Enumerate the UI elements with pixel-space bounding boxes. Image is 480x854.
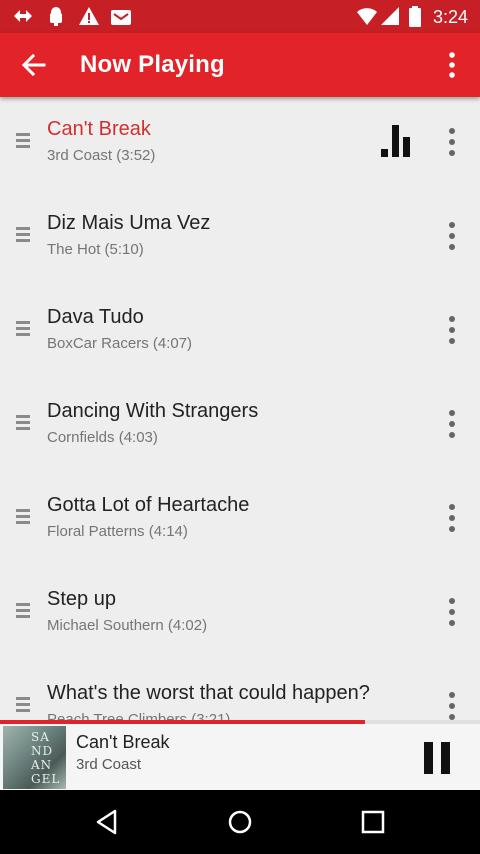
track-title: Diz Mais Uma Vez [47,212,211,234]
more-vert-icon[interactable] [446,221,458,251]
more-vert-icon[interactable] [446,597,458,627]
track-title: Step up [47,588,116,610]
arrow-back-icon[interactable] [20,51,48,79]
track-title: Dancing With Strangers [47,400,259,422]
more-vert-icon[interactable] [446,691,458,721]
track-subtitle: 3rd Coast (3:52) [47,147,156,164]
pause-icon[interactable] [424,742,450,774]
back-triangle-icon[interactable] [93,808,121,836]
drag-handle-icon[interactable] [16,321,30,341]
recents-square-icon[interactable] [359,808,387,836]
track-row[interactable]: Dava Tudo BoxCar Racers (4:07) [0,285,480,379]
mini-player[interactable]: SA ND AN GEL Can't Break 3rd Coast [0,724,480,790]
more-vert-icon[interactable] [446,503,458,533]
status-bar: 3:24 [0,0,480,33]
album-art-text: GEL [31,772,61,786]
wifi-icon [357,8,377,25]
track-row[interactable]: Can't Break 3rd Coast (3:52) [0,97,480,191]
more-vert-icon[interactable] [446,127,458,157]
track-title: Gotta Lot of Heartache [47,494,250,516]
track-row[interactable]: What's the worst that could happen? Peac… [0,661,480,721]
now-playing-title: Can't Break [76,732,170,752]
album-art-text: AN [31,758,53,772]
cell-signal-icon [381,7,399,25]
page-title: Now Playing [80,51,225,78]
battery-icon [409,6,421,27]
track-subtitle: The Hot (5:10) [47,241,144,258]
drag-handle-icon[interactable] [16,227,30,247]
usb-debug-icon [14,10,32,22]
more-vert-icon[interactable] [446,315,458,345]
drag-handle-icon[interactable] [16,697,30,717]
app-bar: Now Playing [0,33,480,97]
track-list[interactable]: Can't Break 3rd Coast (3:52) Diz Mais Um… [0,97,480,721]
track-row[interactable]: Dancing With Strangers Cornfields (4:03) [0,379,480,473]
drag-handle-icon[interactable] [16,415,30,435]
warning-icon [79,7,99,25]
mail-icon [111,10,131,25]
track-row[interactable]: Step up Michael Southern (4:02) [0,567,480,661]
album-art-text: ND [31,744,54,758]
track-title: Can't Break [47,118,151,140]
home-circle-icon[interactable] [226,808,254,836]
track-row[interactable]: Gotta Lot of Heartache Floral Patterns (… [0,473,480,567]
track-title: Dava Tudo [47,306,144,328]
track-subtitle: Michael Southern (4:02) [47,617,208,634]
track-subtitle: Cornfields (4:03) [47,429,158,446]
more-vert-icon[interactable] [444,51,460,79]
now-playing-artist: 3rd Coast [76,756,142,773]
track-row[interactable]: Diz Mais Uma Vez The Hot (5:10) [0,191,480,285]
track-subtitle: Floral Patterns (4:14) [47,523,188,540]
clock: 3:24 [432,7,468,27]
drag-handle-icon[interactable] [16,509,30,529]
system-nav-bar [0,790,480,854]
album-art[interactable]: SA ND AN GEL [3,726,66,789]
album-art-text: SA [31,730,50,744]
track-title: What's the worst that could happen? [47,682,370,704]
android-debug-icon [50,7,62,26]
drag-handle-icon[interactable] [16,603,30,623]
track-subtitle: BoxCar Racers (4:07) [47,335,193,352]
equalizer-icon [381,125,410,157]
more-vert-icon[interactable] [446,409,458,439]
drag-handle-icon[interactable] [16,133,30,153]
